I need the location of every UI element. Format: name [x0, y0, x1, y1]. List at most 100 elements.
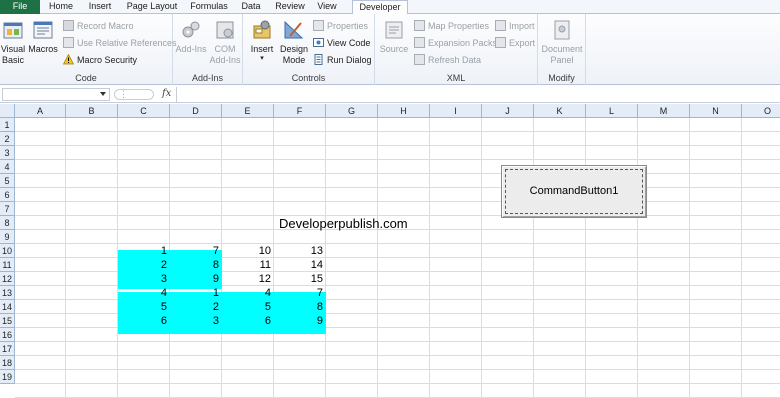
row-header-7[interactable]: 7	[0, 202, 15, 216]
cell-f13[interactable]: 7	[274, 287, 326, 300]
tab-formulas[interactable]: Formulas	[186, 0, 232, 14]
name-box[interactable]	[2, 88, 110, 101]
select-all-corner[interactable]	[0, 104, 15, 118]
cell-d15[interactable]: 3	[170, 315, 222, 328]
gridline-horizontal	[15, 187, 780, 188]
column-header-f[interactable]: F	[274, 104, 326, 118]
cell-d13[interactable]: 1	[170, 287, 222, 300]
row-header-17[interactable]: 17	[0, 342, 15, 356]
cell-e11[interactable]: 11	[222, 259, 274, 272]
tab-page-layout[interactable]: Page Layout	[122, 0, 182, 14]
cell-e8-text[interactable]: Developerpublish.com	[279, 216, 408, 231]
row-header-2[interactable]: 2	[0, 132, 15, 146]
cell-f10[interactable]: 13	[274, 245, 326, 258]
cell-c10[interactable]: 1	[118, 245, 170, 258]
worksheet-grid[interactable]: Developerpublish.com CommandButton1 ABCD…	[0, 104, 780, 398]
cell-c13[interactable]: 4	[118, 287, 170, 300]
column-header-c[interactable]: C	[118, 104, 170, 118]
tab-review[interactable]: Review	[272, 0, 308, 14]
view-code-button[interactable]: View Code	[313, 36, 370, 50]
column-header-m[interactable]: M	[638, 104, 690, 118]
document-panel-button[interactable]: Document Panel	[540, 18, 584, 66]
insert-control-button[interactable]: Insert ▾	[247, 18, 277, 63]
cell-c11[interactable]: 2	[118, 259, 170, 272]
column-header-o[interactable]: O	[742, 104, 780, 118]
com-add-ins-button[interactable]: COM Add-Ins	[209, 18, 241, 66]
row-header-12[interactable]: 12	[0, 272, 15, 286]
tab-developer[interactable]: Developer	[352, 0, 408, 15]
expansion-packs-button[interactable]: Expansion Packs	[414, 36, 497, 50]
design-mode-icon	[284, 20, 304, 39]
column-header-g[interactable]: G	[326, 104, 378, 118]
column-header-h[interactable]: H	[378, 104, 430, 118]
export-button[interactable]: Export	[495, 36, 535, 50]
cell-f12[interactable]: 15	[274, 273, 326, 286]
macro-security-button[interactable]: Macro Security	[63, 53, 137, 67]
source-button[interactable]: Source	[377, 18, 411, 55]
row-header-19[interactable]: 19	[0, 370, 15, 384]
cell-e12[interactable]: 12	[222, 273, 274, 286]
visual-basic-button[interactable]: Visual Basic	[0, 18, 26, 66]
cell-d12[interactable]: 9	[170, 273, 222, 286]
column-header-l[interactable]: L	[586, 104, 638, 118]
record-macro-button[interactable]: Record Macro	[63, 19, 134, 33]
command-button-1[interactable]: CommandButton1	[501, 165, 647, 218]
column-header-n[interactable]: N	[690, 104, 742, 118]
use-relative-references-button[interactable]: Use Relative References	[63, 36, 177, 50]
import-button[interactable]: Import	[495, 19, 535, 33]
name-box-dropdown-icon[interactable]	[100, 92, 106, 96]
row-header-4[interactable]: 4	[0, 160, 15, 174]
column-header-d[interactable]: D	[170, 104, 222, 118]
cell-f11[interactable]: 14	[274, 259, 326, 272]
column-header-j[interactable]: J	[482, 104, 534, 118]
design-mode-button[interactable]: Design Mode	[279, 18, 309, 66]
cell-e14[interactable]: 5	[222, 301, 274, 314]
row-header-10[interactable]: 10	[0, 244, 15, 258]
column-header-k[interactable]: K	[534, 104, 586, 118]
column-header-b[interactable]: B	[66, 104, 118, 118]
cell-e10[interactable]: 10	[222, 245, 274, 258]
row-header-16[interactable]: 16	[0, 328, 15, 342]
properties-button[interactable]: Properties	[313, 19, 368, 33]
record-macro-icon	[63, 20, 74, 31]
tab-insert[interactable]: Insert	[82, 0, 118, 14]
row-header-6[interactable]: 6	[0, 188, 15, 202]
cell-f14[interactable]: 8	[274, 301, 326, 314]
row-header-14[interactable]: 14	[0, 300, 15, 314]
tab-view[interactable]: View	[312, 0, 342, 14]
tab-file[interactable]: File	[0, 0, 40, 14]
gridline-vertical	[481, 118, 482, 398]
column-header-e[interactable]: E	[222, 104, 274, 118]
cell-d10[interactable]: 7	[170, 245, 222, 258]
formula-input[interactable]	[176, 87, 780, 102]
tab-data[interactable]: Data	[236, 0, 266, 14]
macros-button[interactable]: Macros	[28, 18, 58, 55]
formula-options-button[interactable]: ⋮	[114, 89, 154, 100]
row-header-3[interactable]: 3	[0, 146, 15, 160]
column-header-i[interactable]: I	[430, 104, 482, 118]
row-header-1[interactable]: 1	[0, 118, 15, 132]
refresh-data-button[interactable]: Refresh Data	[414, 53, 481, 67]
cell-f15[interactable]: 9	[274, 315, 326, 328]
cell-e15[interactable]: 6	[222, 315, 274, 328]
row-header-8[interactable]: 8	[0, 216, 15, 230]
run-dialog-button[interactable]: Run Dialog	[313, 53, 372, 67]
tab-home[interactable]: Home	[44, 0, 78, 14]
row-header-5[interactable]: 5	[0, 174, 15, 188]
row-header-13[interactable]: 13	[0, 286, 15, 300]
row-header-9[interactable]: 9	[0, 230, 15, 244]
row-header-11[interactable]: 11	[0, 258, 15, 272]
row-header-15[interactable]: 15	[0, 314, 15, 328]
cell-c15[interactable]: 6	[118, 315, 170, 328]
cell-c12[interactable]: 3	[118, 273, 170, 286]
cell-e13[interactable]: 4	[222, 287, 274, 300]
cell-d11[interactable]: 8	[170, 259, 222, 272]
cell-d14[interactable]: 2	[170, 301, 222, 314]
column-header-a[interactable]: A	[15, 104, 66, 118]
map-properties-button[interactable]: Map Properties	[414, 19, 489, 33]
insert-function-button[interactable]: fx	[162, 88, 171, 99]
design-mode-label: Design Mode	[279, 44, 308, 65]
add-ins-button[interactable]: Add-Ins	[175, 18, 207, 55]
row-header-18[interactable]: 18	[0, 356, 15, 370]
cell-c14[interactable]: 5	[118, 301, 170, 314]
